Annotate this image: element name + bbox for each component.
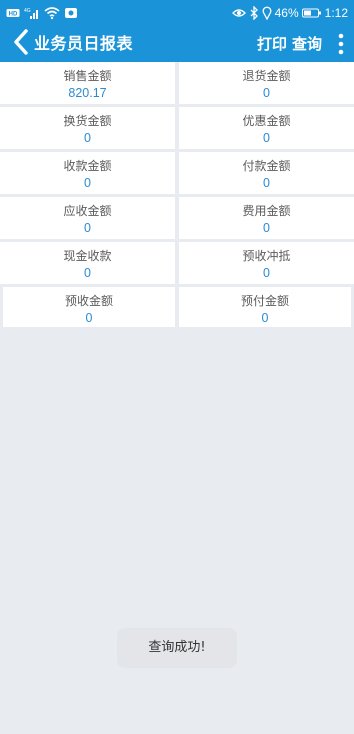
metric-value: 0 <box>263 131 270 145</box>
metric-value: 0 <box>263 176 270 190</box>
metric-label: 退货金额 <box>242 69 291 83</box>
metric-cell-receipts: 收款金额 0 <box>0 152 175 194</box>
metric-label: 付款金额 <box>242 159 291 173</box>
metric-cell-receivable: 应收金额 0 <box>0 197 175 239</box>
more-menu-button[interactable] <box>336 32 346 56</box>
eye-comfort-icon <box>231 6 246 20</box>
metric-cell-cash-receipts: 现金收款 0 <box>0 242 175 284</box>
metric-value: 0 <box>261 311 269 325</box>
status-right-icons: 46% 1:12 <box>231 5 348 21</box>
metric-label: 应收金额 <box>63 204 112 218</box>
location-icon <box>262 6 272 21</box>
status-left-icons: HD 4G <box>6 5 78 21</box>
metric-label: 优惠金额 <box>242 114 291 128</box>
metric-value: 0 <box>263 221 270 235</box>
metric-label: 费用金额 <box>242 204 291 218</box>
battery-percent: 46% <box>274 6 299 20</box>
metric-value: 0 <box>263 86 270 100</box>
metric-label: 预付金额 <box>240 294 289 308</box>
more-vertical-icon <box>336 33 346 60</box>
page-title: 业务员日报表 <box>34 34 134 53</box>
print-button[interactable]: 打印 <box>257 26 287 62</box>
battery-icon <box>301 6 322 20</box>
metric-cell-advance-paid: 预付金额 0 <box>179 287 351 327</box>
metric-label: 现金收款 <box>63 249 112 263</box>
svg-text:4G: 4G <box>24 8 31 14</box>
metric-label: 换货金额 <box>63 114 112 128</box>
metric-cell-exchange: 换货金额 0 <box>0 107 175 149</box>
query-button[interactable]: 查询 <box>292 26 322 62</box>
metric-value: 820.17 <box>68 86 107 100</box>
chevron-left-icon <box>11 28 31 60</box>
metric-value: 0 <box>263 266 270 280</box>
metric-cell-advance-received: 预收金额 0 <box>3 287 175 327</box>
metric-cell-payments: 付款金额 0 <box>179 152 354 194</box>
hd-icon: HD <box>6 6 20 20</box>
status-bar: HD 4G 46% 1:12 <box>0 0 354 26</box>
status-time: 1:12 <box>324 6 348 20</box>
notification-app-icon <box>64 6 78 20</box>
metric-cell-expenses: 费用金额 0 <box>179 197 354 239</box>
metric-value: 0 <box>84 221 91 235</box>
metric-value: 0 <box>85 311 93 325</box>
back-button[interactable] <box>8 28 34 60</box>
metric-label: 收款金额 <box>63 159 112 173</box>
metric-label: 销售金额 <box>63 69 112 83</box>
metric-label: 预收金额 <box>64 294 113 308</box>
svg-text:HD: HD <box>9 12 18 18</box>
metric-value: 0 <box>84 266 91 280</box>
metric-value: 0 <box>84 131 91 145</box>
metric-cell-advance-offset: 预收冲抵 0 <box>179 242 354 284</box>
metric-value: 0 <box>84 176 91 190</box>
metric-label: 预收冲抵 <box>242 249 291 263</box>
app-bar: 业务员日报表 打印 查询 <box>0 26 354 62</box>
app-root: HD 4G 46% 1:12 业务员日报表 打印 查询 销售金额 820.17 … <box>0 0 354 734</box>
metric-cell-sales: 销售金额 820.17 <box>0 62 175 104</box>
metric-cell-returns: 退货金额 0 <box>179 62 354 104</box>
metric-cell-discount: 优惠金额 0 <box>179 107 354 149</box>
bluetooth-icon <box>249 5 259 21</box>
toast-message: 查询成功! <box>117 628 237 668</box>
wifi-icon <box>44 6 60 20</box>
signal-icon: 4G <box>24 6 40 20</box>
